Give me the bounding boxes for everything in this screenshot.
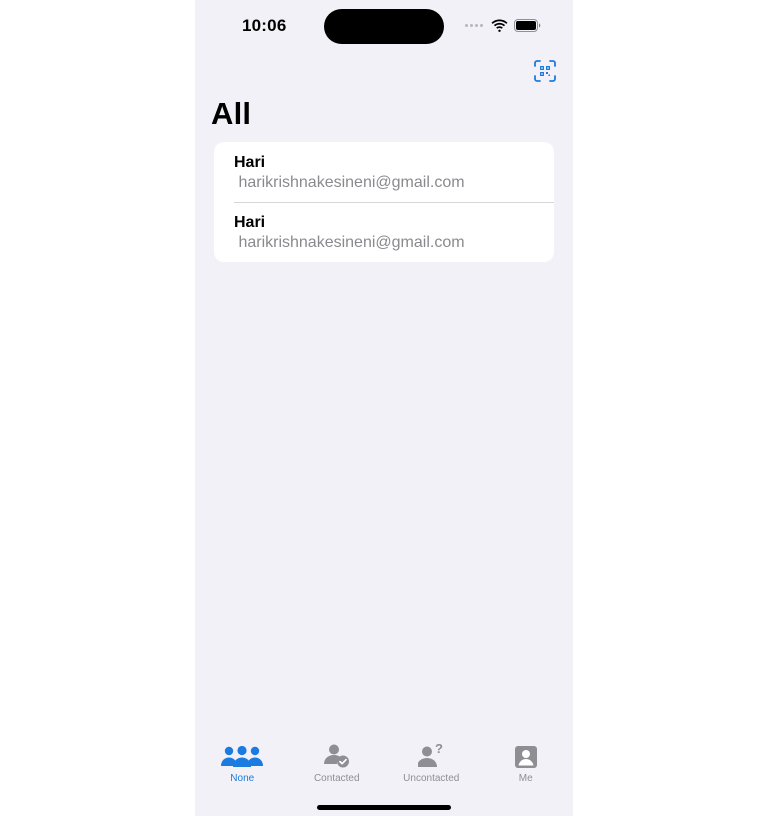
tab-contacted[interactable]: Contacted [290, 738, 385, 788]
dynamic-island [324, 9, 444, 44]
contact-row[interactable]: Hari harikrishnakesineni@gmail.com [214, 142, 554, 202]
people-group-icon [221, 746, 264, 767]
contact-list: Hari harikrishnakesineni@gmail.com Hari … [214, 142, 554, 262]
home-indicator[interactable] [317, 805, 451, 810]
tab-uncontacted[interactable]: ? Uncontacted [384, 738, 479, 788]
tab-label: Uncontacted [403, 773, 460, 784]
qr-scan-icon [534, 60, 556, 82]
contact-row[interactable]: Hari harikrishnakesineni@gmail.com [214, 202, 554, 262]
person-check-icon [323, 744, 349, 768]
page-title: All [211, 96, 252, 131]
contact-name: Hari [234, 154, 266, 171]
signal-icon [465, 23, 483, 27]
tab-bar: None Contacted ? Uncontacted Me [195, 738, 573, 788]
svg-text:?: ? [435, 744, 443, 756]
status-bar: 10:06 [195, 0, 573, 52]
tab-none[interactable]: None [195, 738, 290, 788]
contact-name: Hari [234, 214, 266, 231]
tab-me[interactable]: Me [479, 738, 574, 788]
status-time: 10:06 [242, 16, 287, 35]
contact-email: harikrishnakesineni@gmail.com [234, 234, 465, 251]
wifi-icon [491, 19, 508, 32]
qr-scan-button[interactable] [533, 59, 557, 83]
tab-label: Contacted [313, 773, 360, 784]
tab-label: None [230, 773, 255, 784]
status-icons [465, 17, 541, 33]
person-square-icon [514, 746, 537, 768]
person-question-icon: ? [418, 744, 443, 767]
tab-label: Me [518, 773, 533, 784]
battery-icon [514, 18, 541, 32]
app-screen: 10:06 All Hari harikrishnakesineni@gmail… [195, 0, 573, 816]
contact-email: harikrishnakesineni@gmail.com [234, 174, 465, 191]
